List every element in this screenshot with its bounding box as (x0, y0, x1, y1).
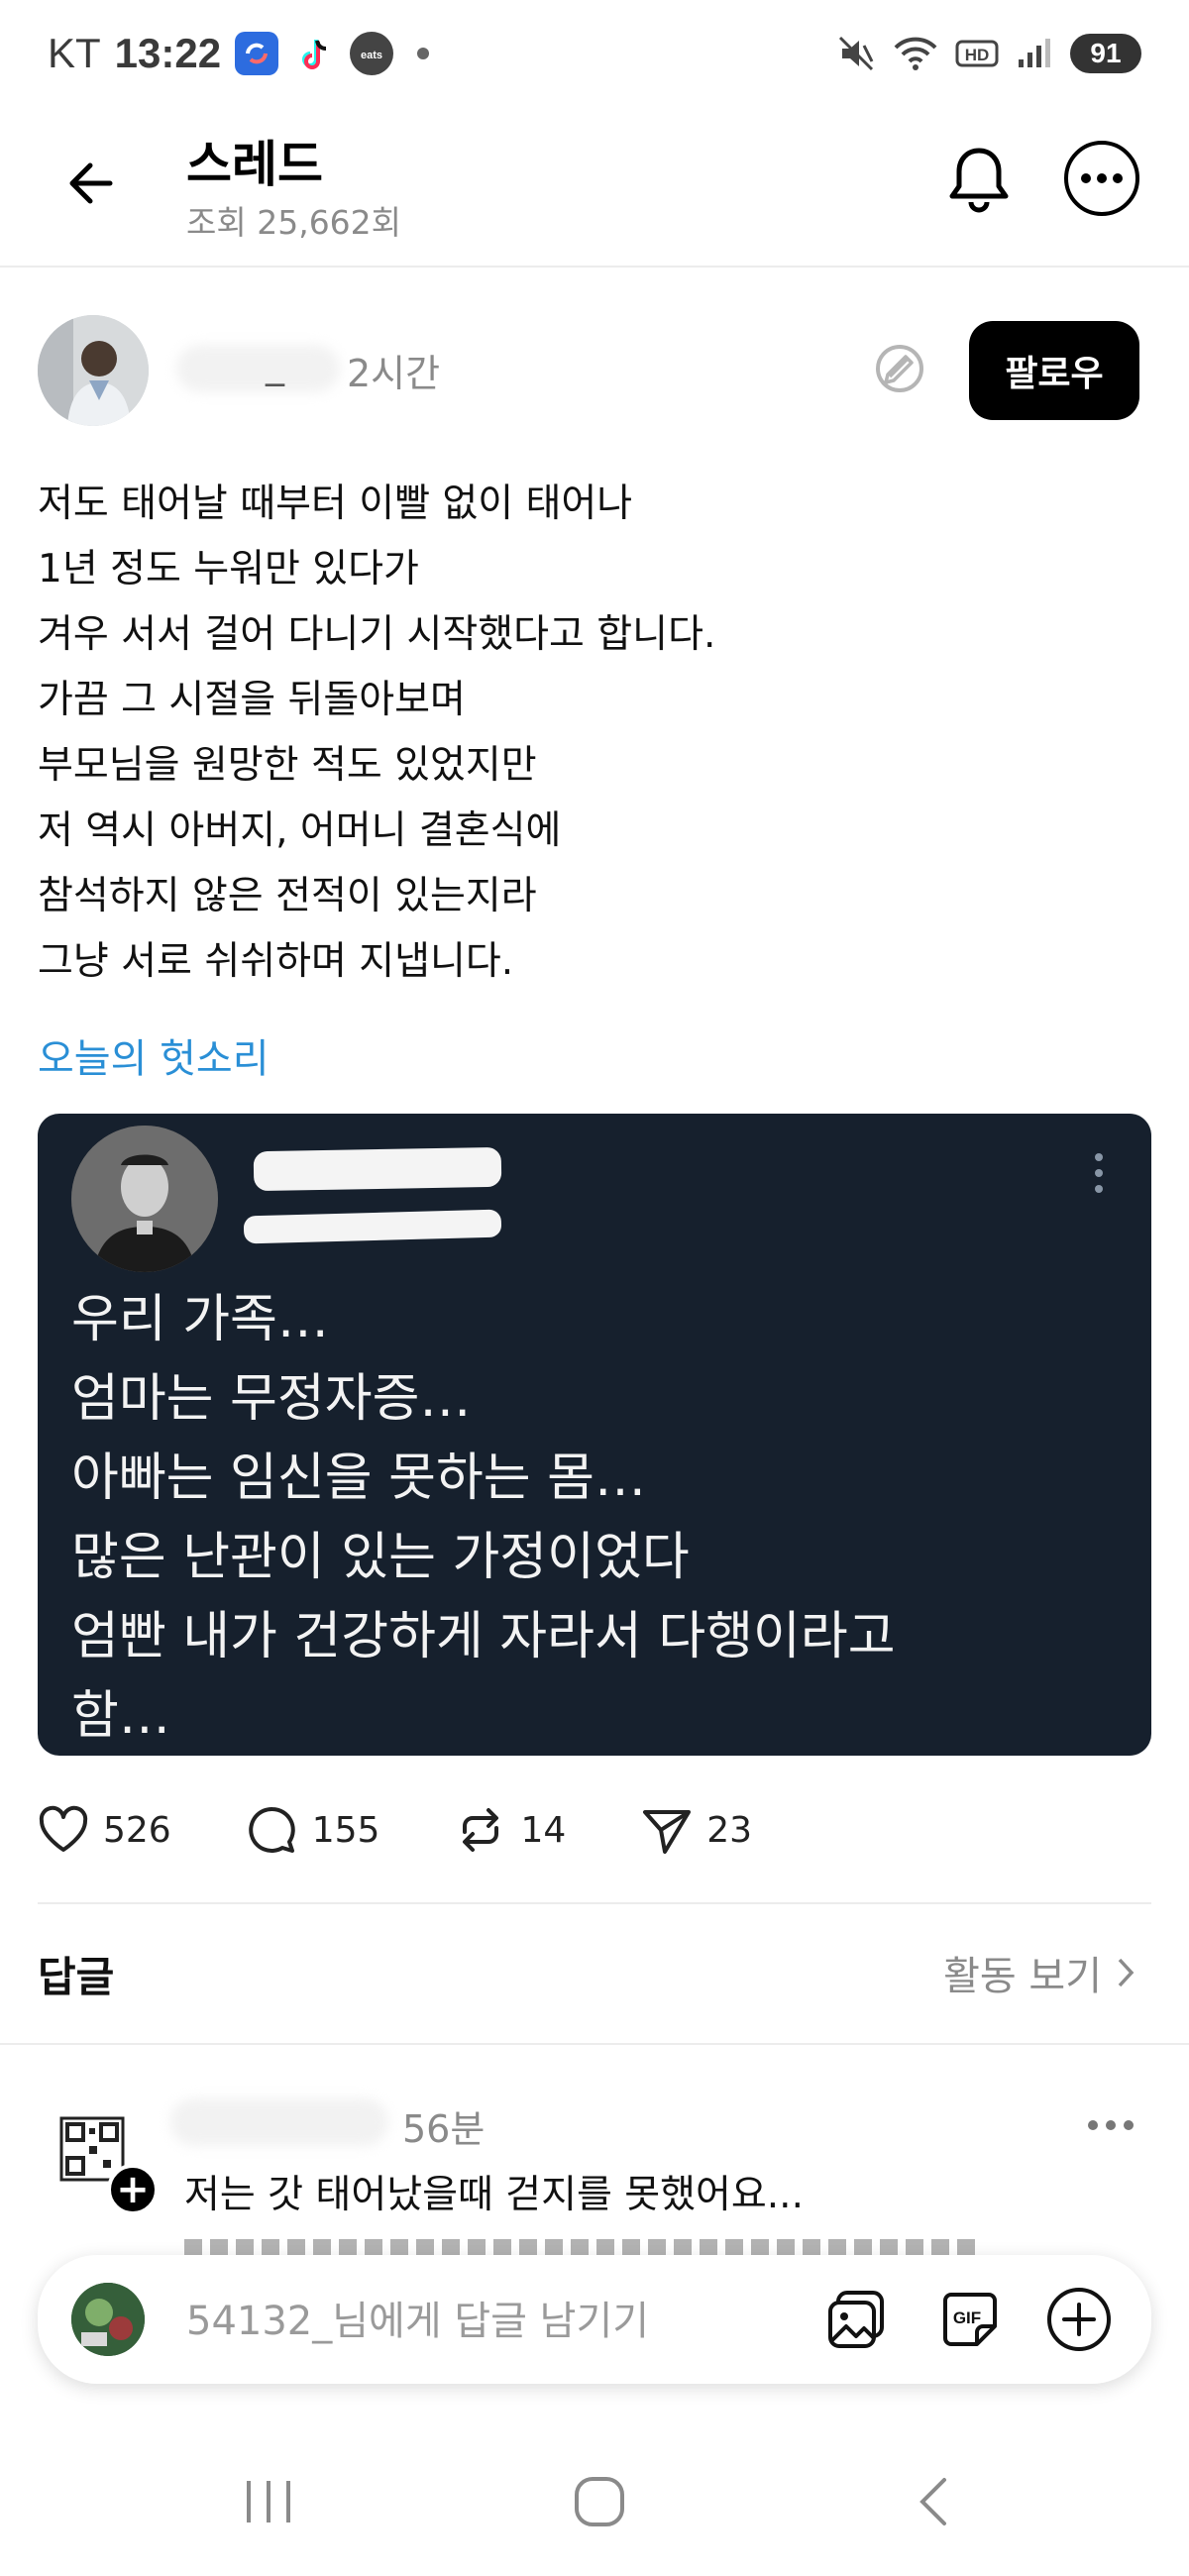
status-bar: KT 13:22 eats HD 91 (0, 0, 1189, 109)
divider (0, 2043, 1189, 2045)
post-text-line: 저 역시 아버지, 어머니 결혼식에 (38, 808, 562, 853)
refresh-app-icon (235, 32, 279, 75)
signal-icon (1019, 39, 1050, 67)
card-text-line: 우리 가족… (71, 1290, 329, 1349)
reply-more-button[interactable] (1088, 2120, 1134, 2130)
recent-apps-button[interactable] (224, 2457, 313, 2546)
ai-label-icon[interactable] (872, 341, 927, 396)
share-button[interactable]: 23 (639, 1802, 752, 1858)
card-text: 우리 가족… 엄마는 무정자증… 아빠는 임신을 못하는 몸… 많은 난관이 있… (71, 1280, 1122, 1756)
back-chevron-icon (919, 2478, 946, 2525)
home-icon (575, 2477, 624, 2526)
reply-time: 56분 (402, 2107, 486, 2151)
chevron-right-icon (1118, 1958, 1135, 1987)
post-text-line: 저도 태어날 때부터 이빨 없이 태어나 (38, 482, 633, 526)
page-title: 스레드 (186, 136, 323, 193)
reply-input[interactable]: 54132_님에게 답글 남기기 (186, 2289, 649, 2346)
back-button[interactable] (57, 149, 127, 218)
follow-button[interactable]: 팔로우 (969, 321, 1139, 420)
svg-text:GIF: GIF (953, 2308, 981, 2327)
post-text-line: 그냥 서로 쉬쉬하며 지냅니다. (38, 939, 514, 984)
view-activity-link[interactable]: 활동 보기 (943, 1944, 1135, 2001)
username-redacted (176, 345, 340, 392)
bell-icon (949, 148, 1009, 213)
gallery-icon (828, 2291, 884, 2348)
header: 스레드 조회 25,662회 (0, 109, 1189, 268)
post-actions: 526 155 14 23 (36, 1797, 825, 1863)
status-left: KT 13:22 eats (48, 30, 430, 77)
redaction-scribble (243, 1209, 502, 1244)
repost-count: 14 (520, 1809, 567, 1851)
post-text-line: 겨우 서서 걸어 다니기 시작했다고 합니다. (38, 612, 716, 657)
card-text-line: 엄빤 내가 건강하게 자라서 다행이라고 (71, 1607, 896, 1666)
reply-text: 저는 갓 태어났을때 걷지를 못했어요... (184, 2173, 804, 2217)
add-button[interactable] (1042, 2283, 1116, 2356)
svg-text:HD: HD (965, 46, 990, 64)
reply-username-redacted (170, 2098, 388, 2146)
post-text-line: 참석하지 않은 전적이 있는지라 (38, 874, 537, 918)
post-image[interactable]: 우리 가족… 엄마는 무정자증… 아빠는 임신을 못하는 몸… 많은 난관이 있… (38, 1114, 1151, 1756)
home-button[interactable] (555, 2457, 644, 2546)
recent-apps-icon (247, 2481, 290, 2522)
username[interactable]: _ (266, 343, 284, 386)
back-arrow-icon (69, 162, 113, 204)
repost-icon (463, 1808, 499, 1852)
more-options-button[interactable] (1064, 141, 1139, 216)
tiktok-icon (292, 32, 337, 75)
notification-dot (417, 48, 430, 59)
system-nav-bar (0, 2417, 1189, 2576)
plus-circle-icon (1047, 2288, 1111, 2351)
card-avatar (71, 1126, 218, 1272)
comment-bubble-icon (248, 1806, 295, 1853)
post-text-line: 가끔 그 시절을 뒤돌아보며 (38, 678, 466, 722)
status-right: HD 91 (836, 34, 1141, 73)
wifi-icon (894, 37, 937, 70)
notifications-button[interactable] (941, 141, 1017, 220)
gif-icon: GIF (943, 2293, 997, 2346)
author-avatar[interactable] (38, 315, 149, 426)
share-count: 23 (706, 1809, 753, 1851)
post-text-line: 부모님을 원망한 적도 있었지만 (38, 743, 537, 788)
svg-text:eats: eats (361, 50, 382, 61)
post-body: 저도 태어날 때부터 이빨 없이 태어나 1년 정도 누워만 있다가 겨우 서서… (38, 472, 1147, 995)
gif-button[interactable]: GIF (933, 2283, 1007, 2356)
like-button[interactable]: 526 (36, 1802, 171, 1858)
card-text-line: 많은 난관이 있는 가정이었다 (71, 1528, 690, 1587)
back-nav-button[interactable] (890, 2457, 979, 2546)
like-count: 526 (103, 1809, 171, 1851)
card-text-line: 함… (71, 1686, 170, 1746)
reply-composer: 54132_님에게 답글 남기기 GIF (38, 2255, 1151, 2384)
comment-button[interactable]: 155 (245, 1802, 380, 1858)
carrier-label: KT (48, 30, 101, 76)
redaction-scribble (253, 1146, 502, 1192)
topic-tag[interactable]: 오늘의 헛소리 (38, 1026, 270, 1084)
repost-button[interactable]: 14 (453, 1802, 566, 1858)
clock: 13:22 (114, 30, 222, 76)
view-activity-label: 활동 보기 (943, 1954, 1102, 1999)
mute-icon (838, 36, 874, 71)
follow-plus-button[interactable]: + (107, 2164, 159, 2215)
coupang-eats-icon: eats (350, 32, 394, 75)
card-text-line: 엄마는 무정자증… (71, 1369, 472, 1429)
card-menu-icon (1094, 1153, 1104, 1193)
post-time: 2시간 (347, 352, 441, 395)
card-text-line: 아빠는 임신을 못하는 몸… (71, 1449, 646, 1508)
post-text-line: 1년 정도 누워만 있다가 (38, 547, 419, 591)
replies-heading: 답글 (38, 1953, 115, 2001)
heart-icon (39, 1805, 88, 1852)
comment-count: 155 (311, 1809, 380, 1851)
attach-image-button[interactable] (820, 2283, 894, 2356)
hd-icon: HD (955, 40, 999, 67)
battery-indicator: 91 (1070, 34, 1141, 73)
view-count: 조회 25,662회 (186, 203, 402, 242)
send-icon (643, 1810, 692, 1854)
more-dots-icon (1081, 173, 1123, 183)
my-avatar (71, 2283, 145, 2356)
divider (38, 1902, 1151, 1904)
